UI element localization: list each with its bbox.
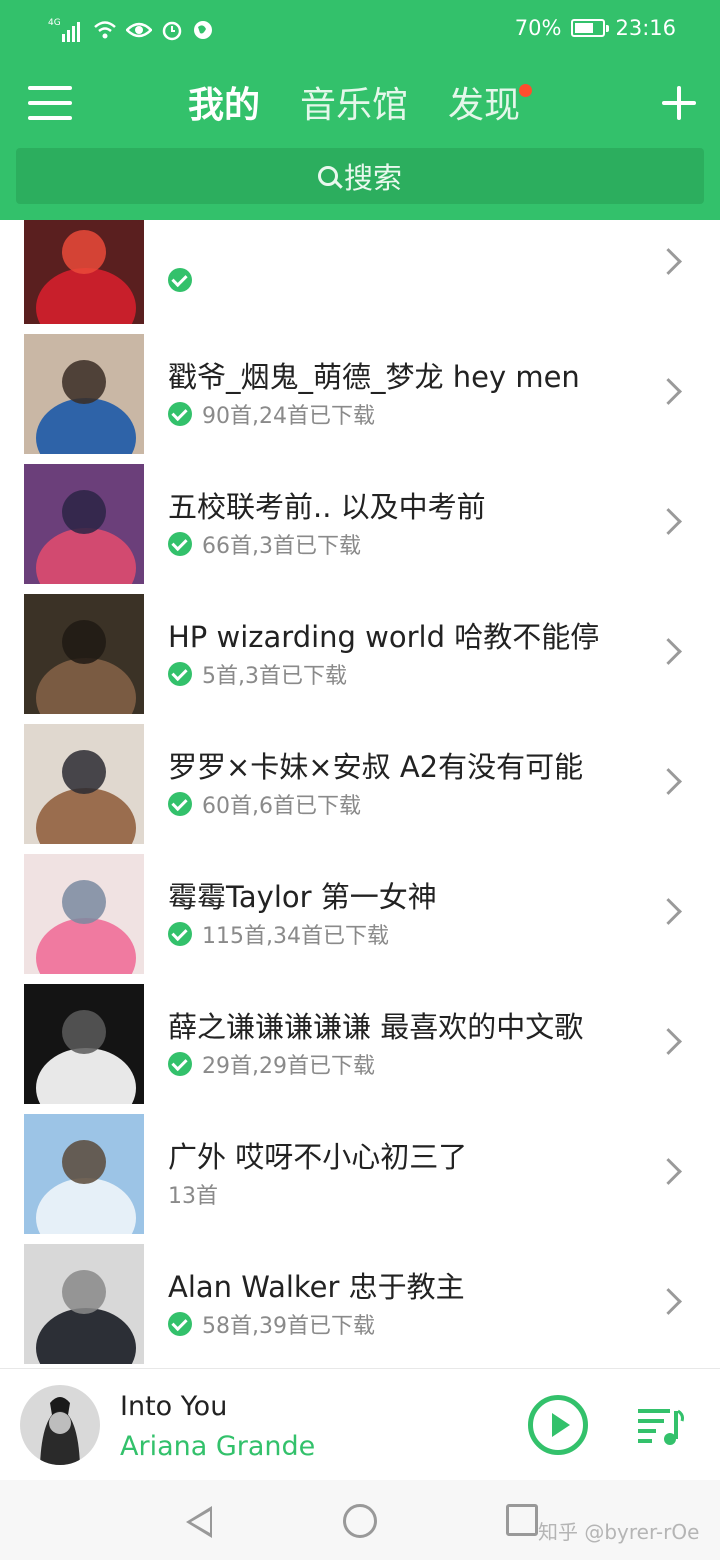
eye-icon <box>126 22 152 38</box>
notification-dot <box>519 84 533 97</box>
playlist-row[interactable]: HP wizarding world 哈教不能停 5首,3首已下载 <box>0 584 720 714</box>
downloaded-check-icon <box>168 922 192 946</box>
track-count: 5首,3首已下载 <box>202 664 347 689</box>
downloaded-check-icon <box>168 1052 192 1076</box>
playlist-cover <box>24 854 144 974</box>
system-nav-bar: 知乎 @byrer-rOe <box>0 1480 720 1560</box>
chevron-right-icon <box>655 898 682 925</box>
playlist-row[interactable]: 五校联考前.. 以及中考前 66首,3首已下载 <box>0 454 720 584</box>
chevron-right-icon <box>655 1288 682 1315</box>
status-icons: 4G <box>48 16 214 44</box>
search-label: 搜索 <box>343 161 402 195</box>
track-count: 29首,29首已下载 <box>202 1054 375 1079</box>
downloaded-check-icon <box>168 268 192 292</box>
playlist-title: 薛之谦谦谦谦谦 最喜欢的中文歌 <box>168 1010 584 1044</box>
track-count: 60首,6首已下载 <box>202 794 361 819</box>
playlist-row[interactable]: 罗罗×卡妹×安叔 A2有没有可能 60首,6首已下载 <box>0 714 720 844</box>
watermark: 知乎 @byrer-rOe <box>538 1520 700 1544</box>
signal-icon: 4G <box>48 18 80 42</box>
tab-music-hall[interactable]: 音乐馆 <box>300 80 408 132</box>
recent-apps-icon[interactable] <box>506 1504 538 1536</box>
playlist-subtitle <box>168 268 202 292</box>
downloaded-check-icon <box>168 662 192 686</box>
status-bar: 4G 70% 23:16 <box>0 0 720 62</box>
chevron-right-icon <box>655 638 682 665</box>
playlist-cover <box>24 464 144 584</box>
playlist-subtitle: 90首,24首已下载 <box>168 398 375 430</box>
playlist-subtitle: 5首,3首已下载 <box>168 658 347 690</box>
playlist-title: 霉霉Taylor 第一女神 <box>168 880 437 914</box>
battery-percent: 70% <box>514 16 562 40</box>
home-icon[interactable] <box>343 1504 377 1538</box>
playlist-row[interactable]: 薛之谦谦谦谦谦 最喜欢的中文歌 29首,29首已下载 <box>0 974 720 1104</box>
search-bar[interactable]: 搜索 <box>16 148 704 204</box>
playlist-cover <box>24 1114 144 1234</box>
playlist-cover <box>24 984 144 1104</box>
chevron-right-icon <box>655 378 682 405</box>
playlist-cover <box>24 594 144 714</box>
playlist-title: 罗罗×卡妹×安叔 A2有没有可能 <box>168 750 584 784</box>
clock: 23:16 <box>615 16 676 40</box>
menu-icon[interactable] <box>28 86 72 126</box>
playlist-row[interactable]: Alan Walker 忠于教主 58首,39首已下载 <box>0 1234 720 1364</box>
play-button[interactable] <box>528 1395 588 1455</box>
playlist-subtitle: 66首,3首已下载 <box>168 528 361 560</box>
downloaded-check-icon <box>168 792 192 816</box>
track-count: 13首 <box>168 1184 218 1209</box>
playlist-row[interactable] <box>0 220 720 324</box>
playlist-row[interactable]: 戳爷_烟鬼_萌德_梦龙 hey men 90首,24首已下载 <box>0 324 720 454</box>
track-count: 58首,39首已下载 <box>202 1314 375 1339</box>
search-icon <box>317 166 338 186</box>
status-right: 70% 23:16 <box>515 16 676 40</box>
app-header: 我的 音乐馆 发现 搜索 <box>0 62 720 220</box>
playlist-queue-icon[interactable] <box>636 1405 684 1449</box>
playlist-subtitle: 29首,29首已下载 <box>168 1048 375 1080</box>
track-count: 115首,34首已下载 <box>202 924 389 949</box>
playlist-subtitle: 60首,6首已下载 <box>168 788 361 820</box>
playlist-cover <box>24 724 144 844</box>
mini-player: Into You Ariana Grande <box>0 1368 720 1481</box>
playlist-cover <box>24 220 144 324</box>
wifi-icon <box>94 21 116 39</box>
artist-name: Ariana Grande <box>120 1431 316 1462</box>
playlist-title: HP wizarding world 哈教不能停 <box>168 620 600 654</box>
playlist-list[interactable]: 戳爷_烟鬼_萌德_梦龙 hey men 90首,24首已下载五校联考前.. 以及中… <box>0 220 720 1368</box>
chevron-right-icon <box>655 1028 682 1055</box>
chevron-right-icon <box>655 1158 682 1185</box>
back-icon[interactable] <box>186 1506 212 1538</box>
battery-icon <box>571 19 610 37</box>
track-count: 66首,3首已下载 <box>202 534 361 559</box>
playlist-title: Alan Walker 忠于教主 <box>168 1270 465 1304</box>
playlist-subtitle: 115首,34首已下载 <box>168 918 389 950</box>
tab-discover[interactable]: 发现 <box>448 80 533 132</box>
chevron-right-icon <box>655 248 682 275</box>
playlist-subtitle: 13首 <box>168 1178 218 1210</box>
playlist-cover <box>24 1244 144 1364</box>
chevron-right-icon <box>655 768 682 795</box>
playlist-title: 戳爷_烟鬼_萌德_梦龙 hey men <box>168 360 580 394</box>
song-title: Into You <box>120 1391 228 1422</box>
alarm-icon <box>162 21 182 41</box>
playlist-row[interactable]: 霉霉Taylor 第一女神 115首,34首已下载 <box>0 844 720 974</box>
battery-fill <box>575 23 594 33</box>
downloaded-check-icon <box>168 1312 192 1336</box>
top-tabs: 我的 音乐馆 发现 <box>188 80 533 132</box>
playlist-cover <box>24 334 144 454</box>
playlist-title: 广外 哎呀不小心初三了 <box>168 1140 468 1174</box>
track-count: 90首,24首已下载 <box>202 404 375 429</box>
playlist-title: 五校联考前.. 以及中考前 <box>168 490 486 524</box>
vpn-icon <box>194 21 212 39</box>
chevron-right-icon <box>655 508 682 535</box>
network-label: 4G <box>48 18 61 28</box>
downloaded-check-icon <box>168 532 192 556</box>
playlist-subtitle: 58首,39首已下载 <box>168 1308 375 1340</box>
album-art[interactable] <box>20 1385 100 1465</box>
playlist-row[interactable]: 广外 哎呀不小心初三了 13首 <box>0 1104 720 1234</box>
downloaded-check-icon <box>168 402 192 426</box>
tab-mine[interactable]: 我的 <box>188 80 260 132</box>
add-icon[interactable] <box>662 86 696 120</box>
